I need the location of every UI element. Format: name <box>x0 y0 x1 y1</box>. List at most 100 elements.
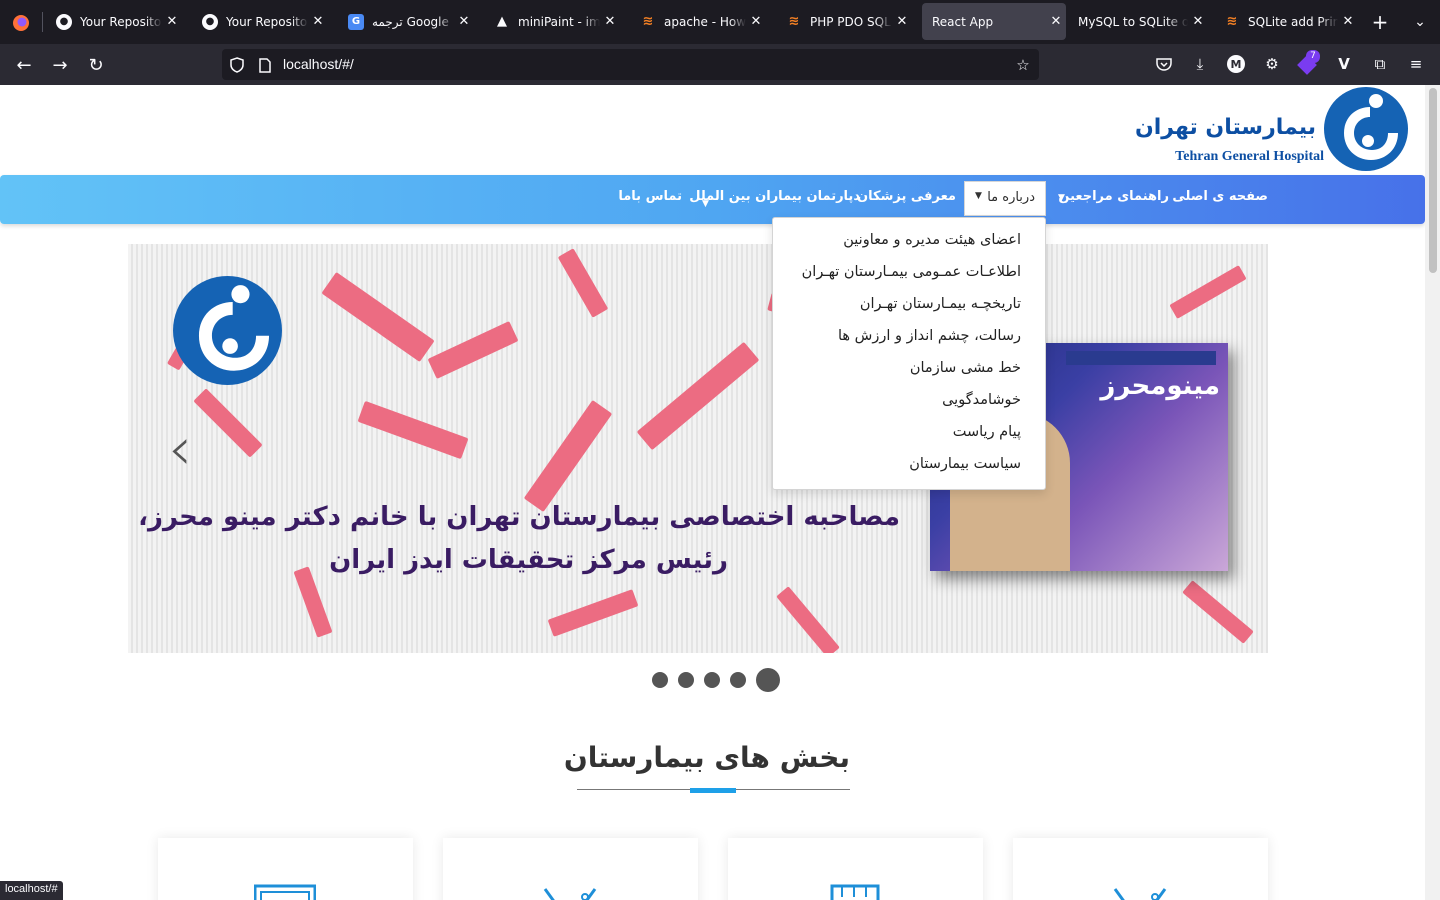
dropdown-item[interactable]: خط مشی سازمان <box>910 360 1021 376</box>
department-card[interactable] <box>1013 838 1268 900</box>
menu-item-home[interactable]: صفحه ی اصلی <box>1172 189 1268 204</box>
menu-item-doctors[interactable]: معرفی پزشکان <box>857 189 956 204</box>
slider-dot[interactable] <box>704 672 720 688</box>
google-translate-icon: G <box>348 13 364 30</box>
tab-title: MySQL to SQLite online <box>1078 14 1188 29</box>
logo-title-fa: بیمارستان تهران <box>1134 115 1316 140</box>
status-bar-url: localhost/# <box>0 881 63 900</box>
close-icon[interactable]: ✕ <box>1046 14 1066 29</box>
scrollbar-thumb[interactable] <box>1429 88 1437 273</box>
tab-4[interactable]: ≋ apache - How to ✕ <box>630 3 766 40</box>
close-icon[interactable]: ✕ <box>746 14 766 29</box>
tab-7[interactable]: MySQL to SQLite online ✕ <box>1068 3 1208 40</box>
url-text[interactable]: localhost/#/ <box>283 56 354 72</box>
ribbon-decoration <box>547 589 639 637</box>
bookmark-star-icon[interactable]: ☆ <box>1013 55 1033 75</box>
dropdown-item[interactable]: اطلاعـات عمـومی بیمـارستان تهـران <box>802 264 1021 280</box>
menu-item-contact[interactable]: تماس باما <box>618 189 682 204</box>
close-icon[interactable]: ✕ <box>1338 14 1358 29</box>
extension-v-icon[interactable]: V <box>1334 54 1354 74</box>
tab-title: miniPaint - image editor <box>518 14 600 29</box>
stackoverflow-icon: ≋ <box>788 14 800 29</box>
web-page: بیمارستان تهران Tehran General Hospital … <box>0 85 1425 900</box>
menu-item-about-label: درباره ما <box>987 190 1035 205</box>
tab-8[interactable]: ≋ SQLite add Primary Key ✕ <box>1214 3 1358 40</box>
slide-caption-line2: رئیس مرکز تحقیقات ایدز ایران <box>329 545 728 575</box>
slider-dot[interactable] <box>730 672 746 688</box>
close-icon[interactable]: ✕ <box>892 14 912 29</box>
photo-sign-text: مینومحرز <box>1100 371 1220 401</box>
department-card[interactable] <box>728 838 983 900</box>
ribbon-decoration <box>293 566 333 638</box>
slider-dot[interactable] <box>652 672 668 688</box>
close-icon[interactable]: ✕ <box>454 14 474 29</box>
dropdown-item[interactable]: اعضای هیئت مدیره و معاونین <box>843 232 1021 248</box>
dropdown-item[interactable]: رسالت، چشم انداز و ارزش ها <box>838 328 1021 344</box>
logo-emblem-icon <box>1324 87 1408 171</box>
back-arrow-icon[interactable]: ← <box>12 53 36 77</box>
tab-3[interactable]: ▲ miniPaint - image editor ✕ <box>484 3 620 40</box>
slide-caption-line1: مصاحبه اختصاصی بیمارستان تهران با خانم د… <box>138 502 900 532</box>
close-icon[interactable]: ✕ <box>162 14 182 29</box>
tab-title: apache - How to <box>664 14 746 29</box>
hospital-logo[interactable]: بیمارستان تهران Tehran General Hospital <box>1135 85 1408 173</box>
slide-logo-icon <box>173 276 282 385</box>
dropdown-item[interactable]: خوشامدگویی <box>942 392 1021 408</box>
logo-title-en: Tehran General Hospital <box>1175 149 1324 164</box>
extension-m-icon[interactable]: M <box>1226 54 1246 74</box>
menu-item-patients-guide[interactable]: راهنمای مراجعین <box>1058 189 1169 204</box>
pocket-icon[interactable] <box>1154 54 1174 74</box>
tab-title: React App <box>932 14 994 29</box>
ribbon-decoration <box>357 400 469 460</box>
dropdown-item[interactable]: پیام ریاست <box>953 424 1021 440</box>
caret-down-icon: ▼ <box>702 199 709 209</box>
minipaint-icon: ▲ <box>497 14 507 29</box>
extension-badge-icon[interactable]: 7 <box>1297 50 1320 75</box>
menu-hamburger-icon[interactable]: ≡ <box>1406 54 1426 74</box>
menu-item-intl-patients[interactable]: دپارتمان بیماران بین الملل <box>689 189 860 204</box>
close-icon[interactable]: ✕ <box>1188 14 1208 29</box>
caret-down-icon: ▼ <box>1058 193 1065 203</box>
extension-cog-icon[interactable]: ⚙ <box>1262 54 1282 74</box>
extensions-puzzle-icon[interactable]: ⧉ <box>1370 54 1390 74</box>
tab-title: ترجمه Google <box>372 14 449 29</box>
github-icon: ● <box>202 13 218 30</box>
download-icon[interactable]: ⤓ <box>1190 54 1210 74</box>
section-underline-accent <box>690 788 736 793</box>
close-icon[interactable]: ✕ <box>600 14 620 29</box>
tab-list-chevron-icon[interactable]: ⌄ <box>1408 10 1432 34</box>
department-card[interactable] <box>158 838 413 900</box>
caret-down-icon: ▼ <box>975 191 982 201</box>
close-icon[interactable]: ✕ <box>308 14 328 29</box>
tab-separator <box>42 12 43 32</box>
slider-dot[interactable] <box>678 672 694 688</box>
slider-prev-arrow-icon[interactable]: ‹ <box>168 419 192 479</box>
tab-title: Your Repositories <box>80 14 162 29</box>
ribbon-decoration <box>1169 265 1247 319</box>
ribbon-decoration <box>636 341 760 451</box>
tab-5[interactable]: ≋ PHP PDO SQLite ✕ <box>776 3 912 40</box>
notification-badge: 7 <box>1306 50 1320 63</box>
dropdown-item[interactable]: تاریخچـه بیمـارستان تهـران <box>860 296 1021 312</box>
reload-icon[interactable]: ↻ <box>84 53 108 77</box>
forward-arrow-icon[interactable]: → <box>48 53 72 77</box>
hero-slider[interactable]: مینومحرز ‹ مصاحبه اختصاصی بیمارستان تهرا… <box>128 244 1268 653</box>
tab-6-active[interactable]: React App ✕ <box>922 3 1066 40</box>
slider-dots <box>652 668 780 692</box>
department-card[interactable] <box>443 838 698 900</box>
tab-title: SQLite add Primary Key <box>1248 14 1338 29</box>
new-tab-icon[interactable]: + <box>1368 10 1392 34</box>
tab-2[interactable]: G ترجمه Google ✕ <box>338 3 474 40</box>
shield-icon[interactable] <box>227 55 247 75</box>
ribbon-decoration <box>427 321 519 379</box>
browser-tab-strip: ● Your Repositories ✕ ● Your Repositorie… <box>0 0 1440 44</box>
ribbon-decoration <box>321 271 435 363</box>
tab-1[interactable]: ● Your Repositories ✕ <box>192 3 328 40</box>
dropdown-item[interactable]: سیاست بیمارستان <box>909 456 1021 472</box>
ribbon-decoration <box>1182 580 1254 644</box>
tab-0[interactable]: ● Your Repositories ✕ <box>46 3 182 40</box>
slider-dot-active[interactable] <box>756 668 780 692</box>
firefox-icon[interactable] <box>10 12 32 34</box>
monitor-icon <box>254 884 316 900</box>
section-title: بخش های بیمارستان <box>563 741 850 774</box>
